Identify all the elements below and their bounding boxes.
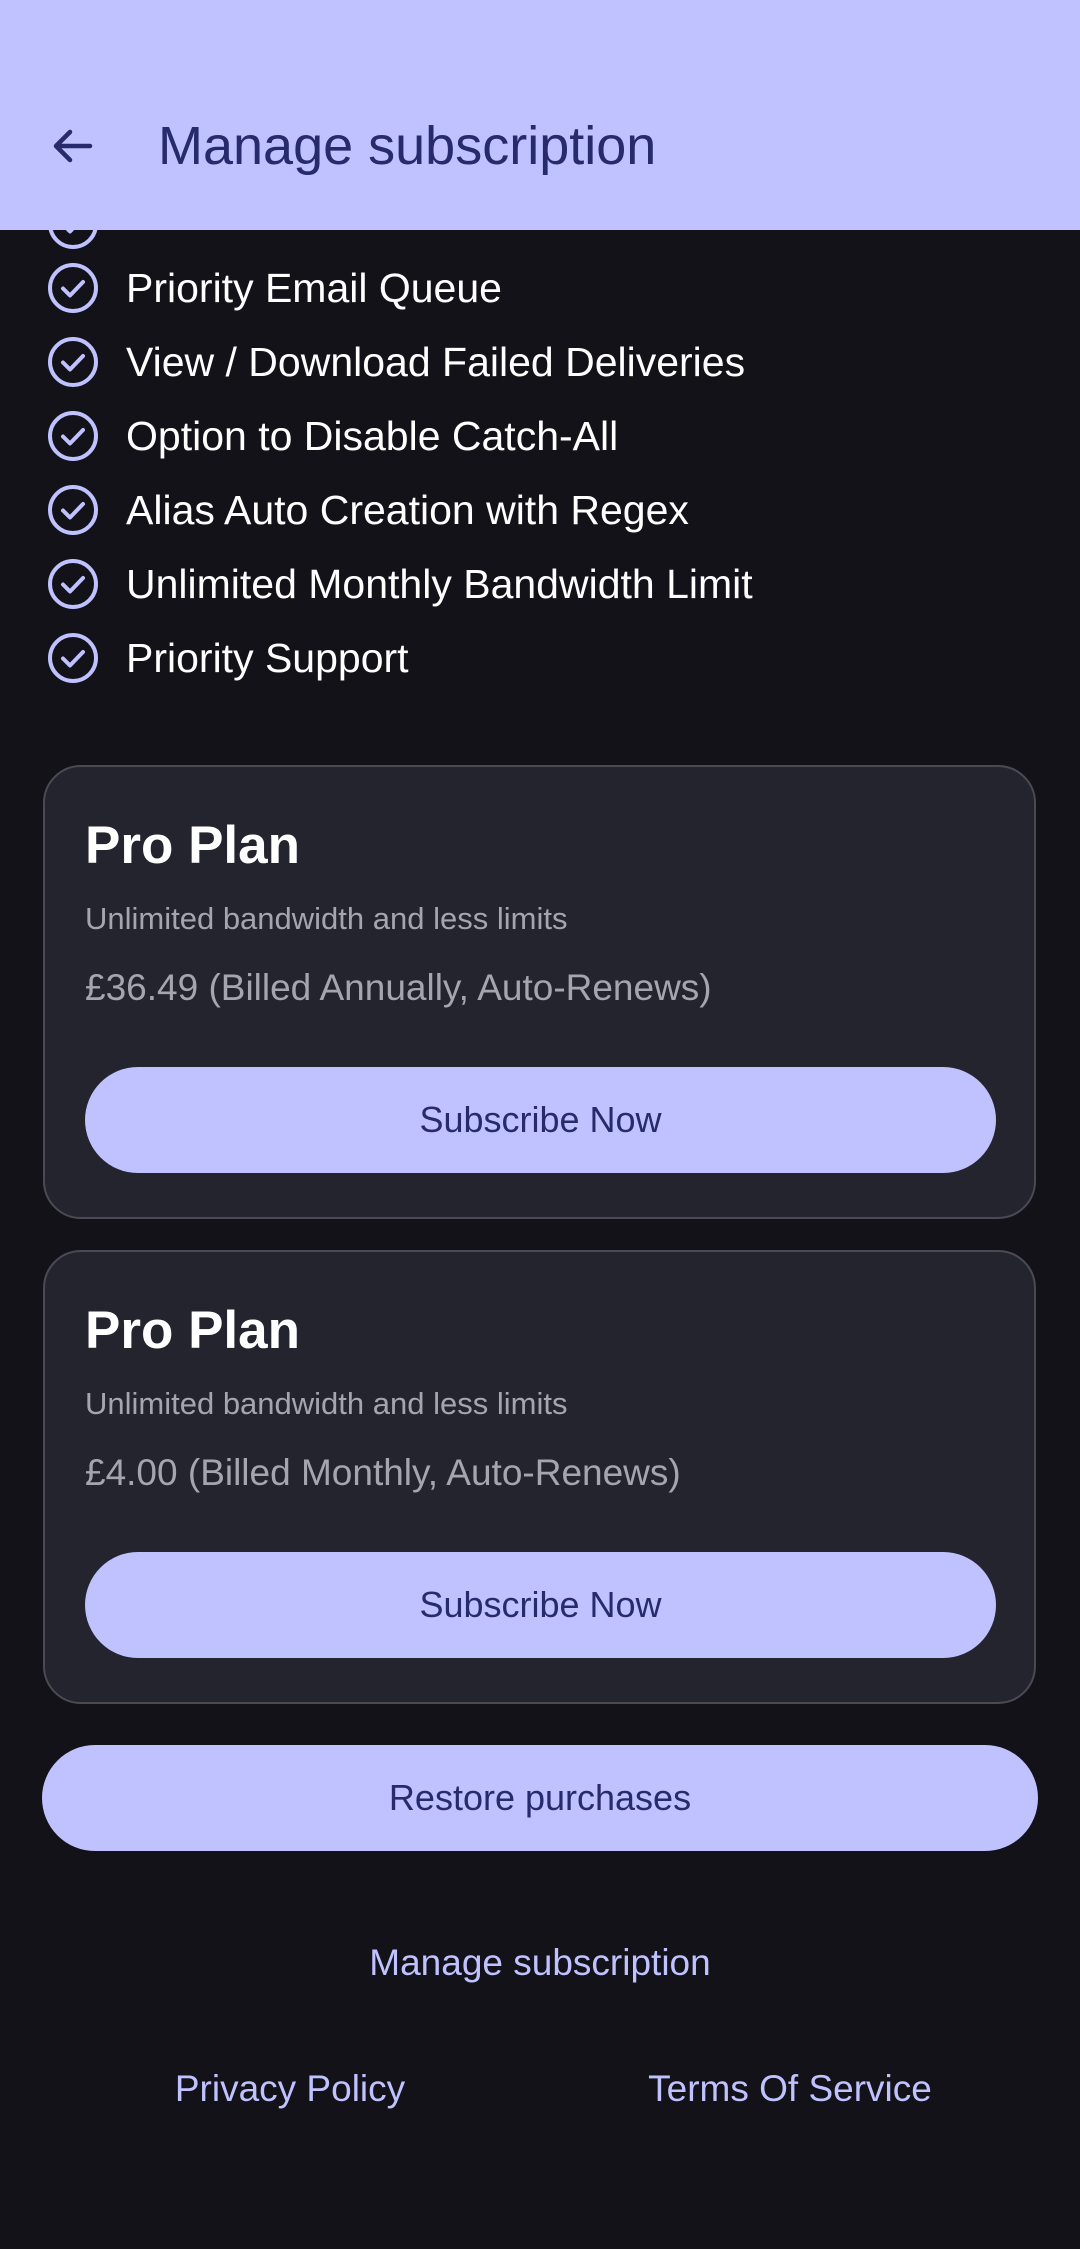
restore-purchases-button[interactable]: Restore purchases (42, 1745, 1038, 1851)
feature-label: View / Download Failed Deliveries (126, 338, 746, 385)
check-circle-icon (48, 485, 98, 535)
privacy-policy-link[interactable]: Privacy Policy (90, 2068, 490, 2110)
plan-card-monthly: Pro Plan Unlimited bandwidth and less li… (43, 1250, 1036, 1704)
check-circle-icon (48, 411, 98, 461)
terms-of-service-label: Terms Of Service (648, 2068, 932, 2109)
feature-label: Alias Auto Creation with Regex (126, 486, 689, 533)
plan-card-annual: Pro Plan Unlimited bandwidth and less li… (43, 765, 1036, 1219)
feature-label: Option to Disable Catch-All (126, 412, 619, 459)
subscribe-button[interactable]: Subscribe Now (85, 1067, 996, 1173)
privacy-policy-label: Privacy Policy (174, 2068, 406, 2109)
back-button[interactable] (36, 110, 108, 182)
feature-item: Priority Support (46, 630, 409, 686)
check-circle-icon (48, 559, 98, 609)
plan-description: Unlimited bandwidth and less limits (85, 901, 568, 936)
manage-subscription-label: Manage subscription (369, 1942, 711, 1983)
feature-label: Priority Support (126, 634, 409, 681)
feature-item: Priority Email Queue (46, 260, 502, 316)
plan-name: Pro Plan (85, 816, 301, 875)
check-circle-icon (48, 337, 98, 387)
feature-item: Option to Disable Catch-All (46, 408, 618, 464)
plan-description: Unlimited bandwidth and less limits (85, 1386, 568, 1421)
feature-item: Unlimited Monthly Bandwidth Limit (46, 556, 753, 612)
terms-of-service-link[interactable]: Terms Of Service (590, 2068, 990, 2110)
manage-subscription-link[interactable]: Manage subscription (0, 1942, 1080, 1984)
check-circle-icon (48, 633, 98, 683)
plan-price: £36.49 (Billed Annually, Auto-Renews) (85, 967, 712, 1008)
feature-label: Unlimited Monthly Bandwidth Limit (126, 560, 753, 607)
feature-item: View / Download Failed Deliveries (46, 334, 745, 390)
subscribe-button[interactable]: Subscribe Now (85, 1552, 996, 1658)
feature-label: Priority Email Queue (126, 264, 502, 311)
check-circle-icon (48, 263, 98, 313)
plan-price: £4.00 (Billed Monthly, Auto-Renews) (85, 1452, 681, 1493)
page-title: Manage subscription (158, 116, 657, 176)
plan-name: Pro Plan (85, 1301, 301, 1360)
app-bar: Manage subscription (0, 0, 1080, 230)
arrow-left-icon (53, 129, 93, 163)
feature-item: Alias Auto Creation with Regex (46, 482, 689, 538)
